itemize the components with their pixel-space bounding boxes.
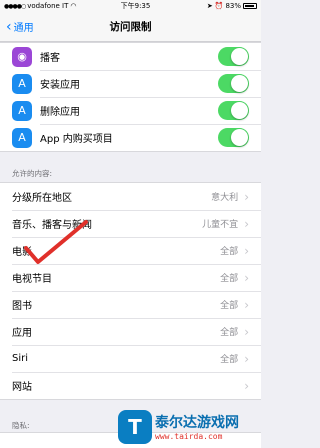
row-label: 网站 [12,382,32,393]
row-value: 全部 [220,355,239,365]
row-value: 儿童不宜 [202,220,239,230]
watermark: T 泰尔达游戏网 www.tairda.com [118,405,261,448]
chevron-right-icon: › [244,297,249,312]
carrier-label: vodafone IT [27,2,69,10]
location-icon: ➤ [206,2,213,10]
podcast-icon: ◉ [12,46,32,67]
content-row-siri[interactable]: Siri 全部 › [0,345,261,372]
wifi-icon: ◠ [70,2,77,10]
row-label: 播客 [40,53,60,64]
toggle-row-podcasts: ◉ 播客 [0,43,261,70]
content-row-music-podcasts-news[interactable]: 音乐、播客与新闻 儿童不宜 › [0,210,261,237]
podcasts-toggle[interactable] [218,47,249,66]
row-label: 应用 [12,328,32,339]
battery-icon [243,3,257,9]
allowed-content-header: 允许的内容: [12,169,53,178]
row-value: 全部 [220,247,239,257]
chevron-right-icon: › [244,270,249,285]
toggle-row-delete-apps: A 删除应用 [0,97,261,124]
content-row-ratings-region[interactable]: 分级所在地区 意大利 › [0,183,261,210]
row-label: Siri [12,353,29,364]
toggle-knob [231,75,248,92]
content-row-websites[interactable]: 网站 › [0,372,261,399]
row-label: 电视节目 [12,274,52,285]
status-bar: ●●●●○ vodafone IT ◠ 下午9:35 ➤ ⏰ 83% [0,0,261,12]
battery-percent: 83% [225,2,241,10]
install-apps-toggle[interactable] [218,74,249,93]
navigation-bar: ‹ 通用 访问限制 [0,12,261,42]
back-label: 通用 [13,23,34,34]
toggle-knob [231,129,248,146]
app-store-icon: A [12,73,32,94]
watermark-logo-icon: T [118,409,152,444]
allowed-content-group: 分级所在地区 意大利 › 音乐、播客与新闻 儿童不宜 › 电影 全部 › 电视节… [0,182,261,400]
chevron-right-icon: › [244,216,249,231]
delete-apps-toggle[interactable] [218,101,249,120]
row-value: 全部 [220,328,239,338]
row-label: 图书 [12,301,32,312]
row-label: 安装应用 [40,80,80,91]
row-label: App 内购买项目 [40,134,113,145]
toggle-knob [231,102,248,119]
app-store-icon: A [12,127,32,148]
alarm-icon: ⏰ [214,2,224,10]
chevron-right-icon: › [244,243,249,258]
privacy-header: 隐私: [12,421,30,430]
app-store-icon: A [12,100,32,121]
back-button[interactable]: ‹ 通用 [0,18,60,35]
row-value: 全部 [220,301,239,311]
toggle-group: ◉ 播客 A 安装应用 A 删除应用 A App 内购买项目 [0,42,261,152]
chevron-right-icon: › [244,324,249,339]
watermark-text: 泰尔达游戏网 www.tairda.com [155,412,239,441]
row-value: 全部 [220,274,239,284]
toggle-knob [231,48,248,65]
page-title: 访问限制 [109,21,152,33]
chevron-right-icon: › [244,351,249,366]
watermark-url: www.tairda.com [155,432,223,441]
toggle-row-install-apps: A 安装应用 [0,70,261,97]
chevron-right-icon: › [244,378,249,393]
signal-icon: ●●●●○ [4,2,26,10]
content-row-movies[interactable]: 电影 全部 › [0,237,261,264]
content-row-tv-shows[interactable]: 电视节目 全部 › [0,264,261,291]
row-label: 音乐、播客与新闻 [12,220,92,231]
chevron-left-icon: ‹ [6,18,12,35]
row-label: 电影 [12,247,32,258]
status-left: ●●●●○ vodafone IT ◠ [4,2,94,10]
status-time: 下午9:35 [120,2,151,10]
chevron-right-icon: › [244,189,249,204]
row-value: 意大利 [211,193,239,203]
row-label: 删除应用 [40,107,80,118]
in-app-purchases-toggle[interactable] [218,128,249,147]
watermark-name: 泰尔达游戏网 [155,415,239,431]
content-row-books[interactable]: 图书 全部 › [0,291,261,318]
content-row-apps[interactable]: 应用 全部 › [0,318,261,345]
status-right: ➤ ⏰ 83% [177,2,257,10]
toggle-row-in-app-purchases: A App 内购买项目 [0,124,261,151]
row-label: 分级所在地区 [12,193,72,204]
